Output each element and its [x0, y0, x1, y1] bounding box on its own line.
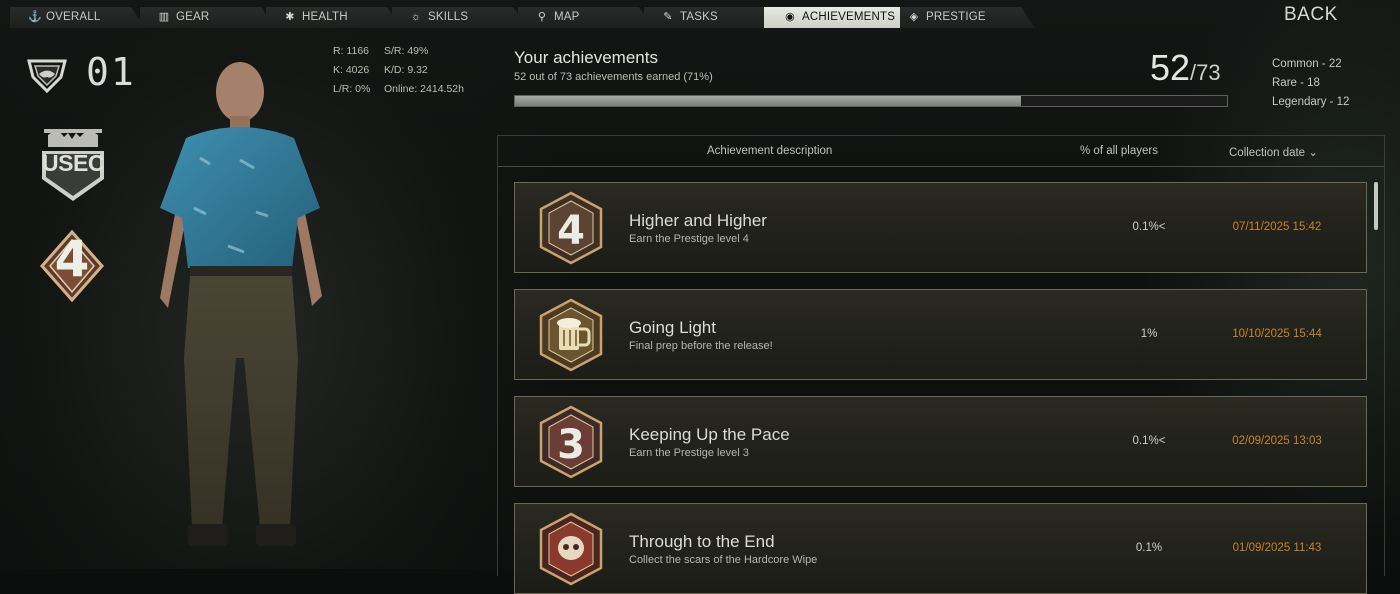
total-count: /73 [1190, 60, 1221, 85]
achievements-subtitle: 52 out of 73 achievements earned (71%) [514, 71, 713, 83]
prestige-level: 4 [54, 230, 90, 288]
achievement-date: 01/09/2025 11:43 [1232, 542, 1322, 554]
tab-tasks[interactable]: ✎ TASKS [644, 7, 779, 28]
achievement-percent: 0.1%< [1132, 221, 1166, 233]
column-description[interactable]: Achievement description [707, 145, 832, 157]
stat-r: R: 1166 [333, 45, 369, 57]
lightbulb-icon: ☼ [410, 11, 422, 23]
achievement-description: Final prep before the release! [629, 340, 773, 352]
tab-label: TASKS [680, 11, 718, 23]
achievement-percent: 0.1%< [1132, 435, 1166, 447]
table-header: Achievement description % of all players… [497, 135, 1385, 167]
level-emblem-icon [25, 55, 69, 99]
prestige-icon: ◈ [909, 11, 919, 23]
vest-icon: ▥ [158, 11, 170, 23]
tab-label: GEAR [176, 11, 210, 23]
prestige-4-badge-icon: 4 [537, 191, 605, 265]
earned-count: 52 [1150, 47, 1191, 88]
hardcore-skull-badge-icon [537, 512, 605, 586]
column-collection-date[interactable]: Collection date ⌄ [1229, 145, 1318, 159]
beer-mug-badge-icon [537, 298, 605, 372]
achievement-date: 10/10/2025 15:44 [1232, 328, 1322, 340]
tab-label: MAP [554, 11, 580, 23]
achievement-row[interactable]: 3 Keeping Up the Pace Earn the Prestige … [514, 396, 1367, 487]
tab-label: OVERALL [46, 11, 101, 23]
achievement-name: Keeping Up the Pace [629, 425, 790, 444]
achievements-title: Your achievements [514, 48, 658, 67]
tab-label: ACHIEVEMENTS [802, 11, 896, 23]
prestige-emblem-icon: 4 [39, 228, 105, 308]
rarity-common: Common - 22 [1272, 58, 1342, 70]
achievement-row[interactable]: 4 Higher and Higher Earn the Prestige le… [514, 182, 1367, 273]
stat-kd: K/D: 9.32 [384, 64, 428, 76]
achievements-count: 52/73 [1150, 47, 1221, 89]
achievement-date: 07/11/2025 15:42 [1232, 221, 1322, 233]
achievement-row[interactable]: Through to the End Collect the scars of … [514, 503, 1367, 594]
svg-text:4: 4 [557, 208, 585, 254]
anchor-icon: ⚓ [28, 11, 42, 23]
stat-online: Online: 2414.52h [384, 83, 464, 95]
faction-name: USEC [42, 150, 104, 176]
achievement-description: Collect the scars of the Hardcore Wipe [629, 554, 818, 566]
progress-fill [515, 96, 1021, 106]
achievement-name: Going Light [629, 318, 716, 337]
column-percent[interactable]: % of all players [1080, 145, 1158, 157]
rarity-rare: Rare - 18 [1272, 77, 1320, 89]
tab-label: HEALTH [302, 11, 348, 23]
map-pin-icon: ⚲ [537, 11, 547, 23]
achievement-percent: 1% [1140, 328, 1158, 340]
achievement-icon: ◉ [785, 11, 795, 23]
tab-health[interactable]: ✱ HEALTH [266, 7, 401, 28]
clipboard-edit-icon: ✎ [663, 11, 673, 23]
achievement-row[interactable]: Going Light Final prep before the releas… [514, 289, 1367, 380]
tab-skills[interactable]: ☼ SKILLS [392, 7, 527, 28]
achievement-description: Earn the Prestige level 4 [629, 233, 749, 245]
prestige-3-badge-icon: 3 [537, 405, 605, 479]
achievement-name: Higher and Higher [629, 211, 767, 230]
tab-label: SKILLS [428, 11, 469, 23]
rarity-legendary: Legendary - 12 [1272, 96, 1350, 108]
stat-sr: S/R: 49% [384, 45, 429, 57]
character-model [140, 58, 340, 567]
achievement-description: Earn the Prestige level 3 [629, 447, 749, 459]
achievement-name: Through to the End [629, 532, 775, 551]
tab-overall[interactable]: ⚓ OVERALL [10, 7, 145, 28]
achievements-progress-bar [514, 95, 1228, 107]
usec-faction-logo: USEC [38, 125, 108, 209]
tab-label: PRESTIGE [926, 11, 986, 23]
tab-gear[interactable]: ▥ GEAR [140, 7, 275, 28]
tab-achievements[interactable]: ◉ ACHIEVEMENTS [764, 7, 914, 28]
list-scrollbar[interactable] [1374, 182, 1378, 230]
gear-cross-icon: ✱ [285, 11, 295, 23]
svg-text:3: 3 [557, 422, 585, 468]
achievement-date: 02/09/2025 13:03 [1232, 435, 1322, 447]
back-button[interactable]: BACK [1284, 4, 1338, 26]
achievement-percent: 0.1% [1135, 542, 1163, 554]
player-level: 01 [86, 50, 136, 94]
tab-prestige[interactable]: ◈ PRESTIGE [900, 7, 1035, 28]
tab-map[interactable]: ⚲ MAP [518, 7, 653, 28]
